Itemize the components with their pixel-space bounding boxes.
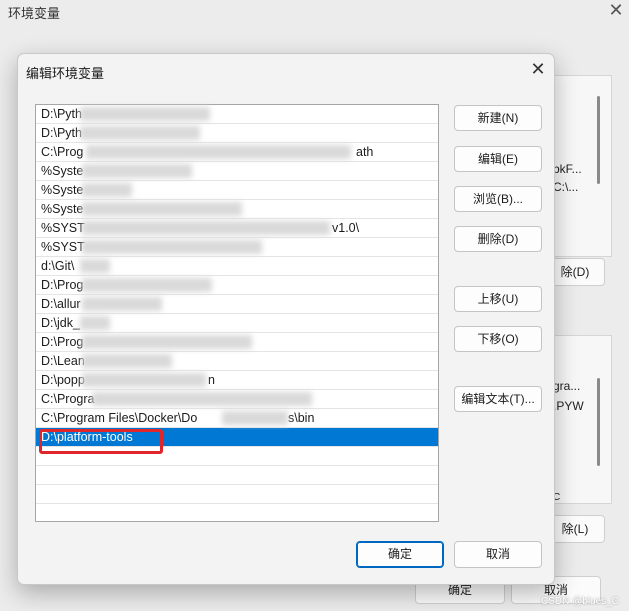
bg-close-icon[interactable]: ✕ [606, 0, 626, 21]
highlight-box [39, 429, 163, 454]
privacy-blur [80, 126, 200, 140]
privacy-blur [222, 411, 288, 425]
edit-button[interactable]: 编辑(E) [454, 146, 542, 172]
bg-text-fragment: .PYW [553, 399, 584, 413]
edit-text-button[interactable]: 编辑文本(T)... [454, 386, 542, 412]
privacy-blur [82, 183, 132, 197]
bg-window-title: 环境变量 [8, 6, 61, 21]
delete-button[interactable]: 删除(D) [454, 226, 542, 252]
move-up-button[interactable]: 上移(U) [454, 286, 542, 312]
privacy-blur [82, 221, 330, 235]
privacy-blur [80, 107, 210, 121]
list-item-empty[interactable] [36, 485, 438, 504]
privacy-blur [92, 392, 312, 406]
path-list[interactable]: D:\Pyth D:\Pyth C:\Prog ath %Syste %Syste… [35, 104, 439, 522]
privacy-blur [80, 259, 110, 273]
watermark: CSDN @blues_C [541, 596, 619, 607]
privacy-blur [82, 164, 192, 178]
privacy-blur [86, 145, 351, 159]
bg-text-fragment: gra... [553, 379, 581, 393]
privacy-blur [82, 354, 172, 368]
bg-text-fragment: bkF... [553, 162, 582, 176]
system-vars-list-fragment[interactable]: gra... .PYW C [548, 335, 612, 504]
user-vars-list-fragment[interactable]: bkF... C:\... [548, 75, 612, 257]
user-vars-scrollbar[interactable] [597, 96, 600, 184]
privacy-blur [80, 316, 110, 330]
privacy-blur [82, 373, 206, 387]
privacy-blur [82, 297, 162, 311]
system-vars-scrollbar[interactable] [597, 378, 600, 466]
privacy-blur [82, 278, 212, 292]
edit-env-var-dialog: 编辑环境变量 ✕ D:\Pyth D:\Pyth C:\Prog ath %Sys… [17, 53, 555, 585]
ok-button[interactable]: 确定 [356, 541, 444, 568]
browse-button[interactable]: 浏览(B)... [454, 186, 542, 212]
new-button[interactable]: 新建(N) [454, 105, 542, 131]
privacy-blur [82, 335, 252, 349]
privacy-blur [82, 202, 242, 216]
list-item-empty[interactable] [36, 466, 438, 485]
close-icon[interactable]: ✕ [526, 57, 550, 81]
bg-text-fragment: C:\... [553, 180, 579, 194]
cancel-button[interactable]: 取消 [454, 541, 542, 568]
move-down-button[interactable]: 下移(O) [454, 326, 542, 352]
privacy-blur [82, 240, 262, 254]
dialog-title: 编辑环境变量 [26, 66, 105, 81]
